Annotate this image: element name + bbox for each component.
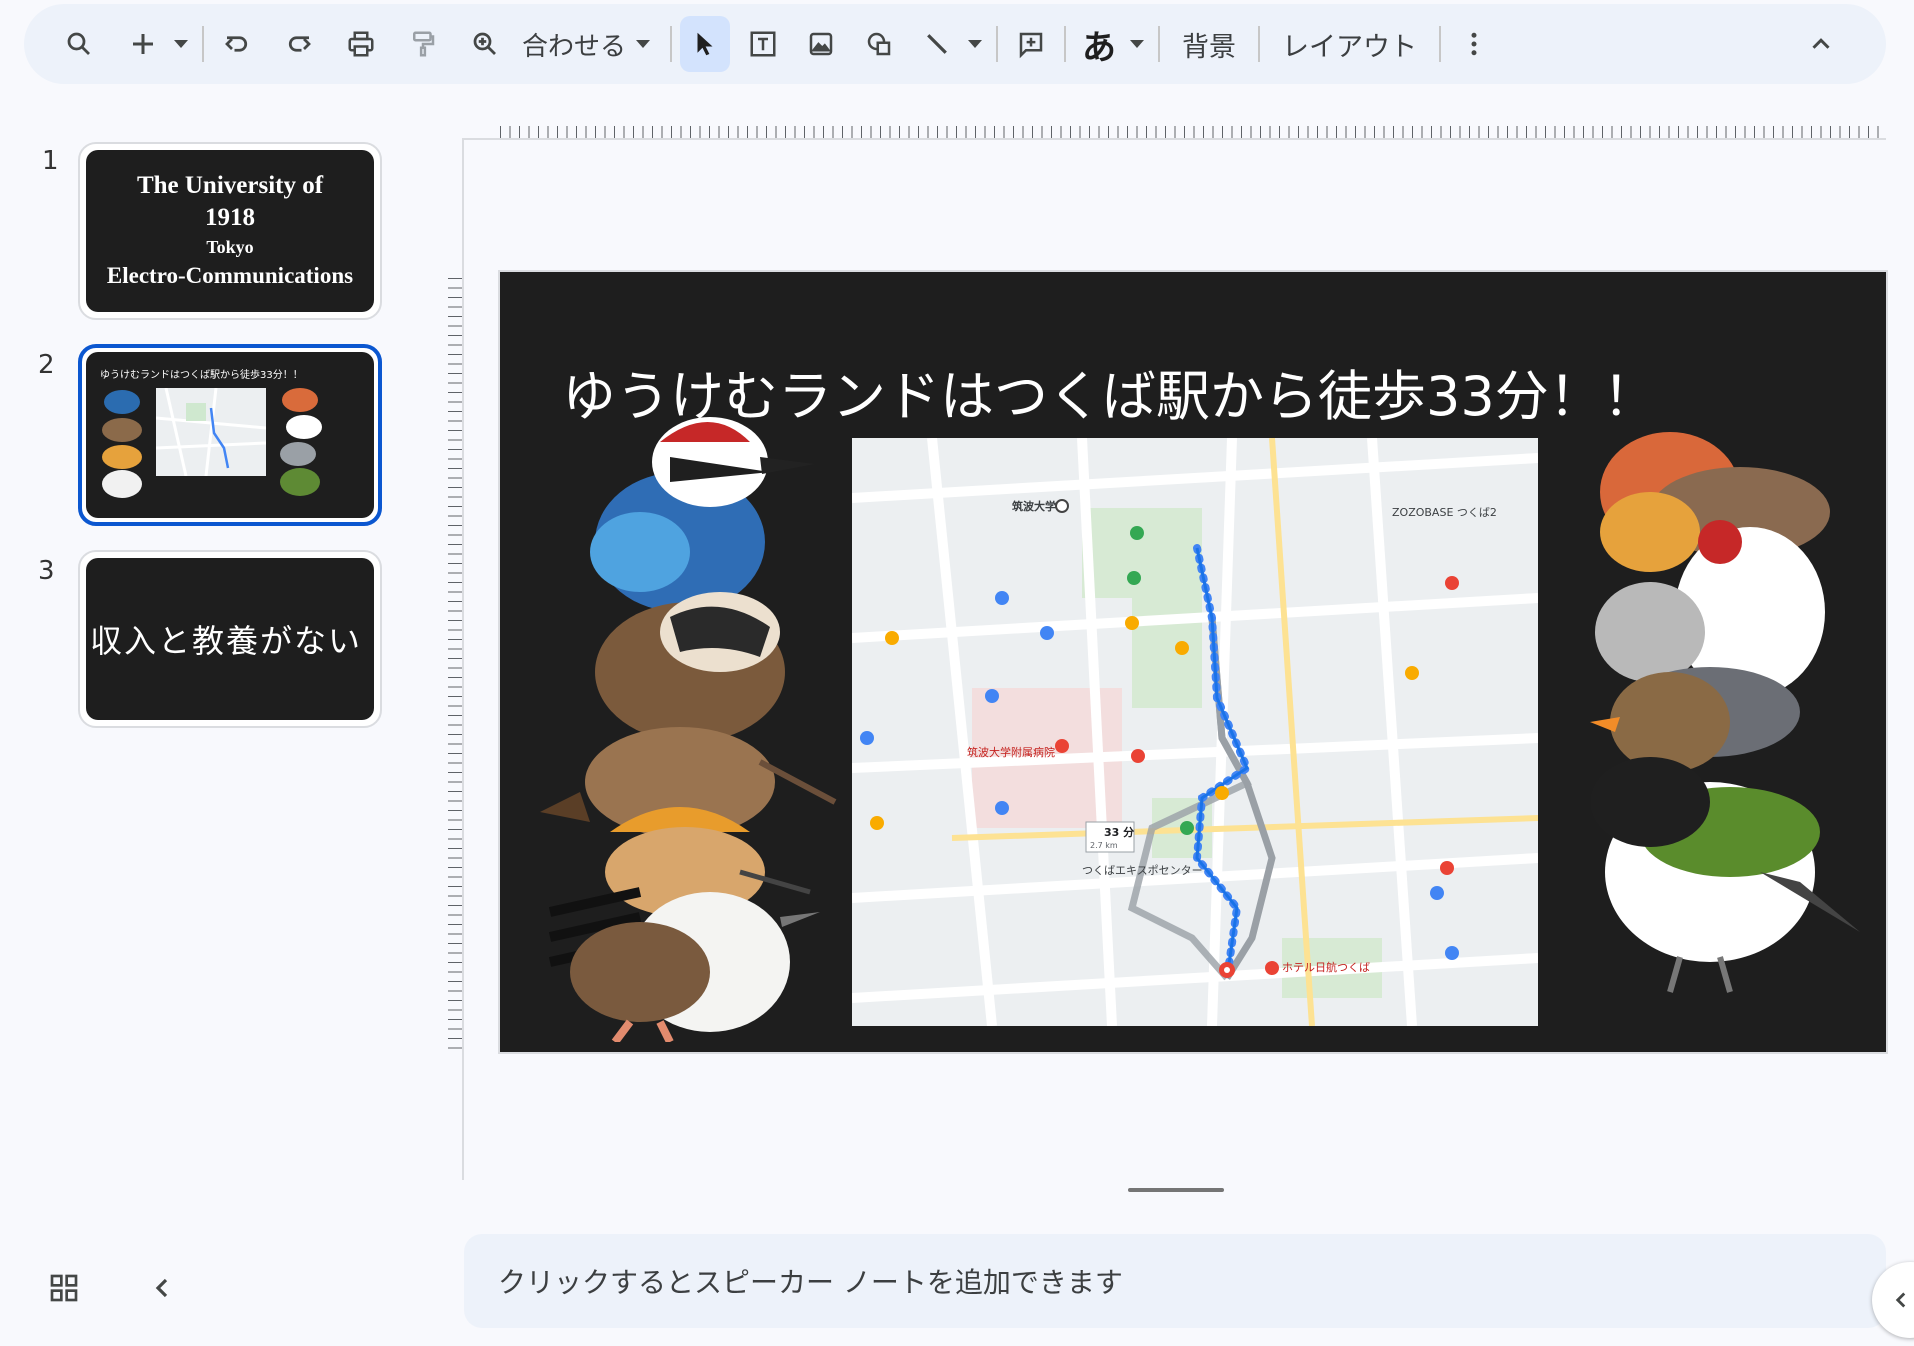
slide-canvas[interactable]: ゆうけむランドはつくば駅から徒歩33分！！ 筑波大学 ZOZOBASE つくば2…: [498, 270, 1888, 1054]
map-label-zozobase: ZOZOBASE つくば2: [1392, 506, 1497, 519]
toolbar-divider: [1064, 26, 1067, 62]
thumbnail-title: ゆうけむランドはつくば駅から徒歩33分！！: [100, 370, 303, 381]
chevron-down-icon: [636, 40, 651, 48]
slide-thumbnail-content: ゆうけむランドはつくば駅から徒歩33分！！: [86, 352, 374, 518]
toolbar-divider: [1158, 26, 1161, 62]
toolbar-divider: [670, 26, 673, 62]
map-label-university: 筑波大学: [1012, 499, 1056, 513]
slide-number: 2: [38, 350, 55, 380]
thumbnail-line: Tokyo: [206, 237, 254, 257]
thumbnail-line: The University of: [136, 172, 324, 199]
input-tools-glyph: あ: [1082, 27, 1117, 68]
shapes-icon: [867, 32, 891, 56]
chevron-down-icon: [968, 40, 983, 48]
zoom-in-icon: [473, 32, 496, 55]
paint-roller-icon: [413, 31, 435, 57]
chevron-up-icon: [1812, 38, 1830, 49]
plus-icon: [133, 34, 153, 54]
slide-thumbnail-content: The University of 1918 Tokyo Electro-Com…: [86, 150, 374, 312]
background-button[interactable]: 背景: [1168, 16, 1250, 72]
notes-resize-handle[interactable]: [1128, 1188, 1224, 1192]
map-label-expo-center: つくばエキスポセンター: [1082, 864, 1203, 877]
add-comment-icon: [1019, 32, 1043, 59]
redo-icon: [288, 36, 311, 52]
line-dropdown[interactable]: [962, 16, 988, 72]
grid-view-icon: [50, 1274, 78, 1302]
toolbar-divider: [996, 26, 999, 62]
chevron-left-icon: [1895, 1292, 1906, 1308]
text-box-icon: [750, 31, 776, 57]
toolbar-divider: [202, 26, 204, 62]
chevron-down-icon: [174, 40, 188, 48]
more-vertical-icon: [1471, 32, 1477, 56]
zoom-fit-label: 合わせる: [522, 31, 627, 62]
toolbar-divider: [1258, 26, 1261, 62]
ruler-border: [462, 138, 464, 1180]
text-box-button[interactable]: [738, 16, 788, 72]
speaker-notes[interactable]: クリックするとスピーカー ノートを追加できます: [464, 1234, 1886, 1328]
chevron-left-icon: [155, 1278, 168, 1298]
collapse-filmstrip-button[interactable]: [146, 1272, 178, 1308]
collapse-toolbar-button[interactable]: [1796, 16, 1846, 72]
slide-thumbnail-3[interactable]: 収入と教養がない: [78, 550, 382, 728]
insert-comment-button[interactable]: [1006, 16, 1056, 72]
route-distance: 2.7 km: [1090, 841, 1118, 850]
birds-illustration-left[interactable]: [520, 402, 840, 1042]
image-icon: [809, 32, 833, 56]
redo-button[interactable]: [274, 16, 324, 72]
insert-image-button[interactable]: [796, 16, 846, 72]
undo-button[interactable]: [212, 16, 262, 72]
thumbnail-line: 1918: [205, 204, 255, 231]
grid-view-button[interactable]: [48, 1272, 80, 1308]
shape-button[interactable]: [854, 16, 904, 72]
thumbnail-map-image: [155, 387, 267, 477]
thumbnail-line: Electro-Communications: [106, 263, 354, 288]
thumbnail-text: 収入と教養がない: [90, 622, 363, 660]
input-tools-dropdown[interactable]: [1124, 16, 1150, 72]
speaker-notes-placeholder: クリックするとスピーカー ノートを追加できます: [498, 1266, 1123, 1299]
thumbnail-birds-right: [280, 388, 322, 496]
map-label-hospital: 筑波大学附属病院: [967, 745, 1055, 759]
line-icon: [927, 34, 947, 54]
search-icon: [67, 32, 90, 55]
thumbnail-birds-left: [102, 390, 142, 498]
input-tools-button[interactable]: あ: [1074, 16, 1124, 72]
slide-thumbnail-content: 収入と教養がない: [86, 558, 374, 720]
more-options-button[interactable]: [1449, 16, 1499, 72]
layout-button[interactable]: レイアウト: [1268, 16, 1431, 72]
print-icon: [348, 31, 374, 57]
toolbar-divider: [1439, 26, 1442, 62]
paint-format-button[interactable]: [398, 16, 448, 72]
route-duration-badge: 33 分 2.7 km: [1085, 821, 1135, 853]
undo-icon: [225, 36, 248, 52]
select-tool-button[interactable]: [680, 16, 731, 72]
zoom-button[interactable]: [460, 16, 510, 72]
slide-number: 1: [42, 146, 59, 176]
new-slide-dropdown[interactable]: [168, 16, 194, 72]
map-label-hotel: ホテル日航つくば: [1282, 960, 1370, 974]
slide-thumbnail-2[interactable]: ゆうけむランドはつくば駅から徒歩33分！！: [78, 344, 382, 526]
new-slide-button[interactable]: [118, 16, 168, 72]
slide-number: 3: [38, 556, 55, 586]
print-button[interactable]: [336, 16, 386, 72]
search-menus-button[interactable]: [54, 16, 104, 72]
slide-thumbnail-1[interactable]: The University of 1918 Tokyo Electro-Com…: [78, 142, 382, 320]
route-time: 33 分: [1104, 825, 1134, 839]
ruler-border: [462, 138, 1886, 140]
line-button[interactable]: [912, 16, 962, 72]
cursor-arrow-icon: [697, 32, 713, 56]
chevron-down-icon: [1130, 40, 1145, 48]
zoom-fit-dropdown[interactable]: 合わせる: [510, 16, 662, 72]
toolbar: 合わせる あ 背景 レイアウト: [24, 4, 1886, 84]
horizontal-ruler[interactable]: [500, 118, 1886, 140]
route-map-image[interactable]: 筑波大学 ZOZOBASE つくば2 筑波大学附属病院 ホテル日航つくば つくば…: [852, 438, 1538, 1026]
birds-illustration-right[interactable]: [1560, 412, 1880, 1042]
